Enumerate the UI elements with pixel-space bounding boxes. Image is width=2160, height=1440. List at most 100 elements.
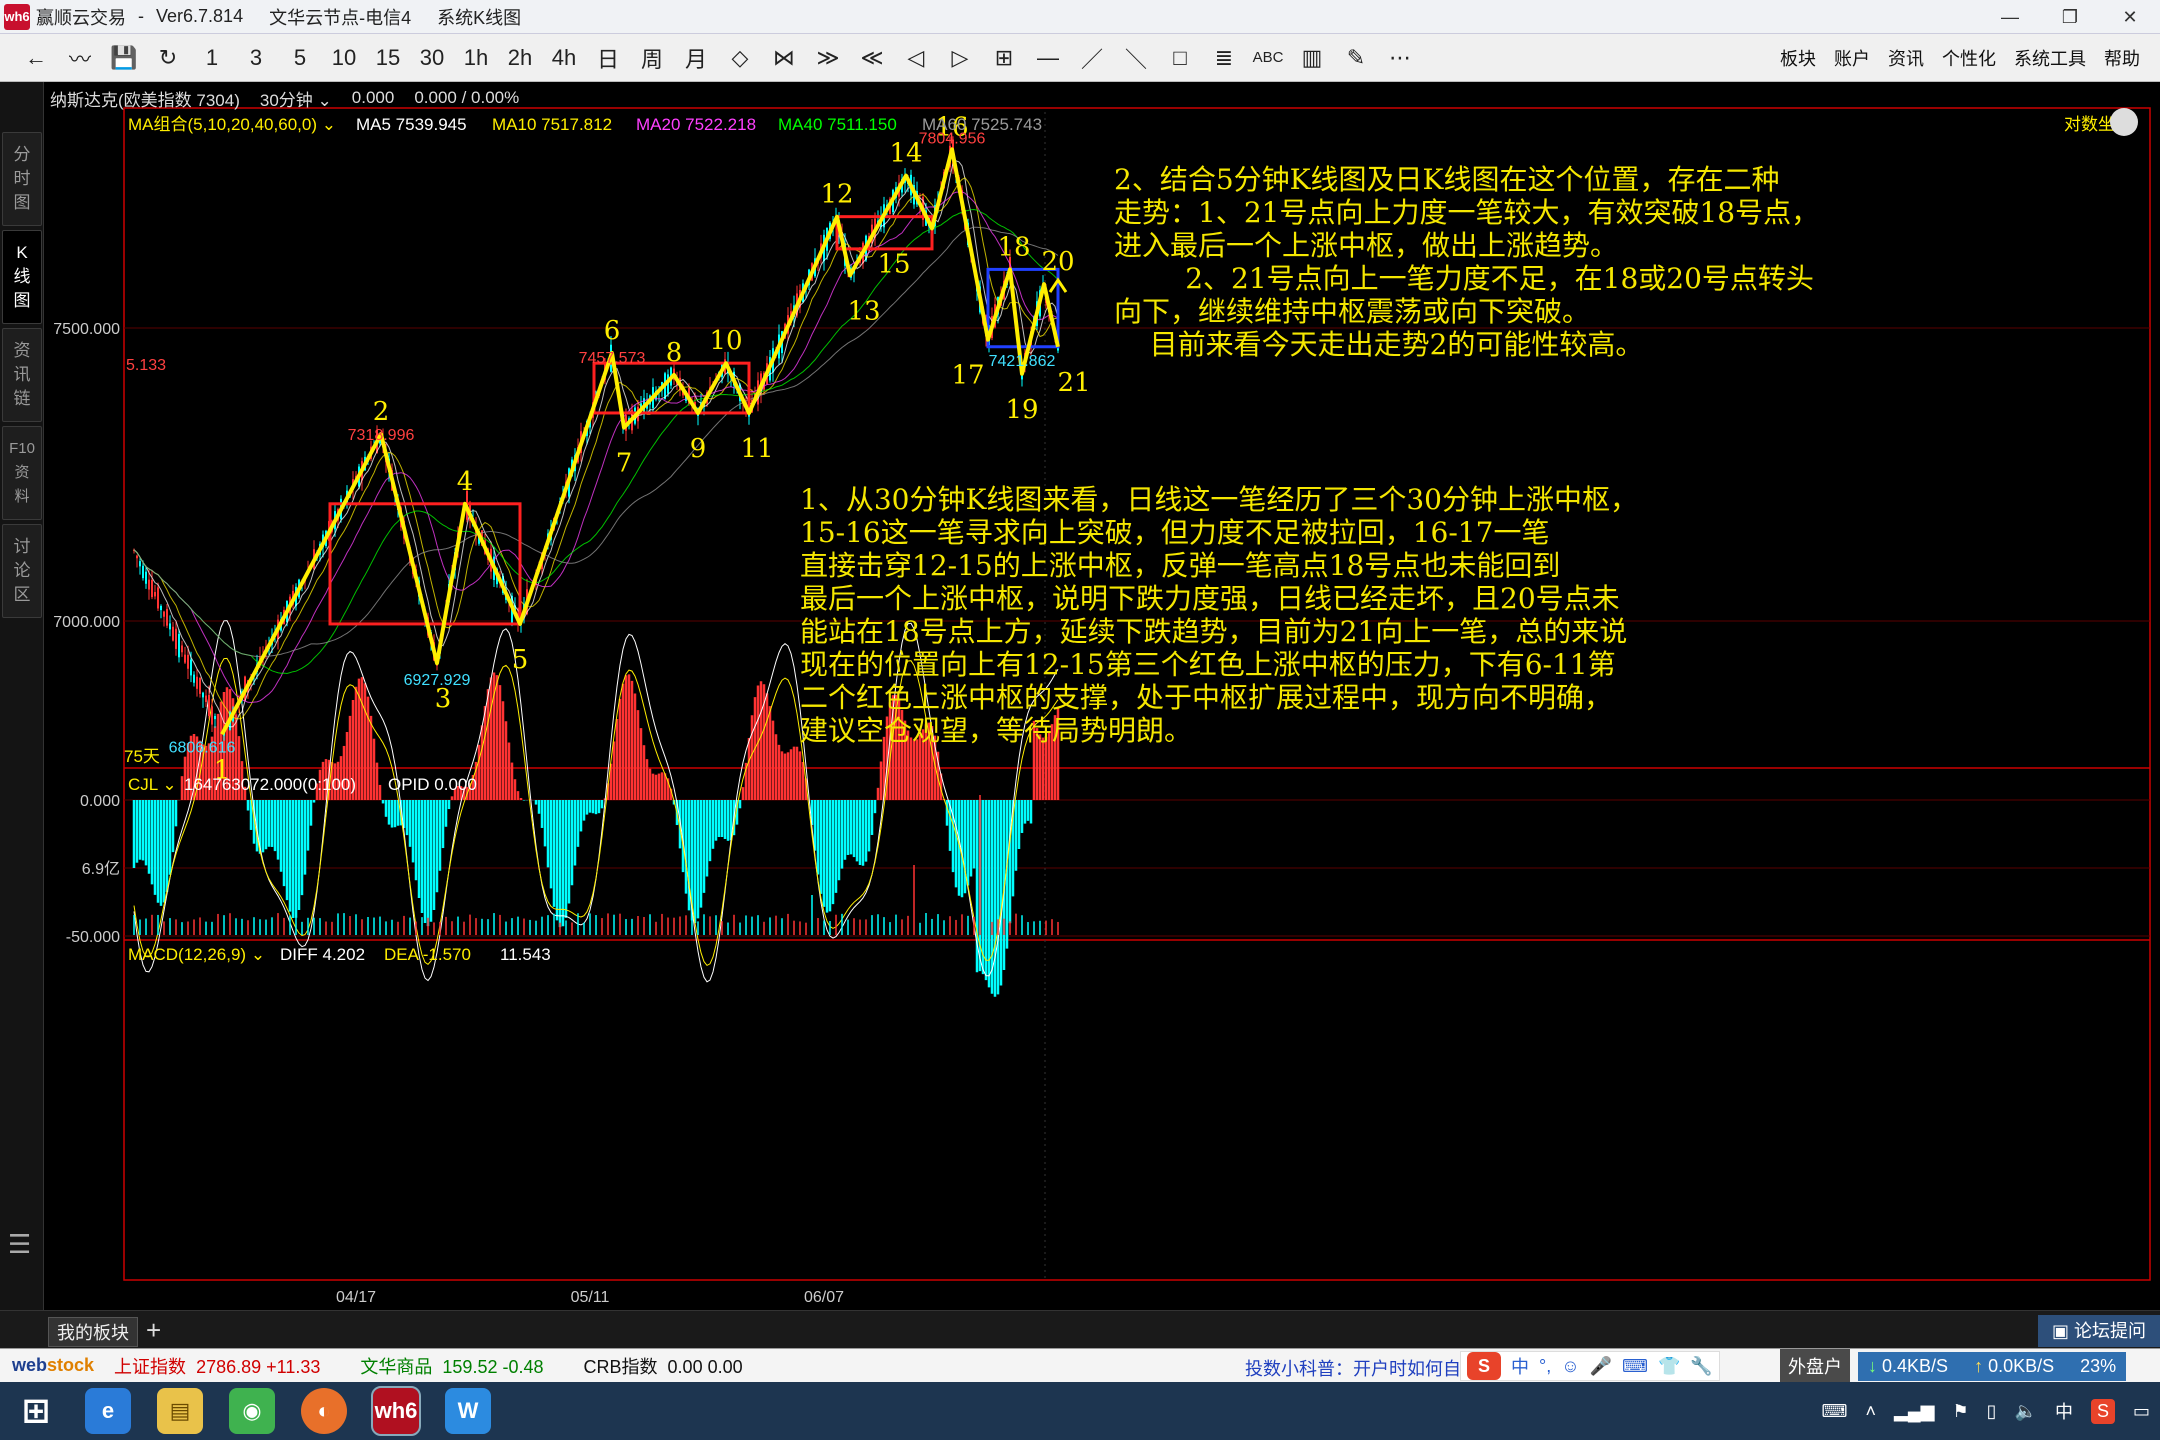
keyboard-icon[interactable]: ⌨ (1622, 1356, 1648, 1377)
toolbar-button-18[interactable]: ≫ (806, 38, 850, 78)
toolbar-button-26[interactable]: □ (1158, 38, 1202, 78)
period-select[interactable]: 30分钟 ⌄ (260, 86, 332, 111)
toolbar-button-13[interactable]: 日 (586, 38, 630, 78)
menu-personalize[interactable]: 个性化 (1942, 45, 1996, 71)
sogou-tray-icon[interactable]: S (2090, 1398, 2115, 1424)
pen-point-14: 14 (889, 139, 922, 169)
outer-account[interactable]: 外盘户 (1780, 1349, 1850, 1383)
menu-news[interactable]: 资讯 (1888, 45, 1924, 71)
nav-news-chain[interactable]: 资 讯 链 (2, 328, 42, 422)
emoji-icon[interactable]: ☺ (1561, 1356, 1579, 1377)
maximize-button[interactable]: ❐ (2040, 0, 2100, 34)
toolbar-button-6[interactable]: 5 (278, 38, 322, 78)
toolbar-button-11[interactable]: 2h (498, 38, 542, 78)
nav-f10[interactable]: F10 资 料 (2, 426, 42, 520)
toolbar-button-19[interactable]: ≪ (850, 38, 894, 78)
toolbar-button-24[interactable]: ／ (1070, 38, 1114, 78)
wrench-icon[interactable]: 🔧 (1690, 1356, 1712, 1377)
nav-discussion[interactable]: 讨 论 区 (2, 524, 42, 618)
ma40-label: MA40 7511.150 (778, 115, 897, 134)
toolbar-button-29[interactable]: ▥ (1290, 38, 1334, 78)
ie-icon[interactable]: e (72, 1382, 144, 1440)
expand-tray-icon[interactable]: ˄ (1866, 1401, 1877, 1422)
toolbar-button-30[interactable]: ✎ (1334, 38, 1378, 78)
toolbar-button-14[interactable]: 周 (630, 38, 674, 78)
ime-lang[interactable]: 中 (1511, 1353, 1529, 1379)
explorer-icon[interactable]: ▤ (144, 1382, 216, 1440)
toolbar-button-0[interactable]: ← (14, 38, 58, 78)
signal-icon[interactable]: ▂▄▆ (1894, 1401, 1934, 1422)
nav-kline[interactable]: K 线 图 (2, 230, 42, 324)
pen-point-18: 18 (997, 232, 1030, 262)
pen-point-10: 10 (709, 326, 742, 356)
ma60-label: MA60 7525.743 (922, 115, 1042, 134)
menu-sectors[interactable]: 板块 (1780, 45, 1816, 71)
toolbar-button-21[interactable]: ▷ (938, 38, 982, 78)
toolbar-button-1[interactable]: 〰 (58, 38, 102, 78)
toolbar-button-7[interactable]: 10 (322, 38, 366, 78)
candle-body (169, 623, 171, 630)
toolbar-button-27[interactable]: ≣ (1202, 38, 1246, 78)
menu-system-tools[interactable]: 系统工具 (2014, 45, 2086, 71)
tray-lang[interactable]: 中 (2055, 1398, 2073, 1424)
toolbar-button-4[interactable]: 1 (190, 38, 234, 78)
browser-icon[interactable]: ◐ (288, 1382, 360, 1440)
toolbar-button-20[interactable]: ◁ (894, 38, 938, 78)
nav-timeshare[interactable]: 分 时 图 (2, 132, 42, 226)
close-button[interactable]: ✕ (2100, 0, 2160, 34)
menu-help[interactable]: 帮助 (2104, 45, 2140, 71)
toolbar-button-31[interactable]: ⋯ (1378, 38, 1422, 78)
toolbar-button-16[interactable]: ◇ (718, 38, 762, 78)
sh-index[interactable]: 上证指数 2786.89 +11.33 (114, 1353, 320, 1379)
toolbar-button-15[interactable]: 月 (674, 38, 718, 78)
toolbar-button-9[interactable]: 30 (410, 38, 454, 78)
left-price-label: 5.133 (126, 357, 166, 374)
sogou-icon[interactable]: S (1467, 1352, 1501, 1380)
pen-point-13: 13 (847, 296, 880, 326)
volume-icon[interactable]: 🔈 (2015, 1401, 2037, 1422)
flag-icon[interactable]: ⚑ (1953, 1401, 1969, 1422)
w-app-icon[interactable]: W (432, 1382, 504, 1440)
wh-commodity-index[interactable]: 文华商品 159.52 -0.48 (360, 1353, 543, 1379)
toolbar-button-10[interactable]: 1h (454, 38, 498, 78)
app-name: 赢顺云交易 (36, 7, 126, 28)
symbol-info-bar: 纳斯达克(欧美指数 7304) 30分钟 ⌄ 0.000 0.000 / 0.0… (50, 86, 519, 110)
menu-account[interactable]: 账户 (1834, 45, 1870, 71)
hamburger-icon[interactable]: ☰ (8, 1229, 31, 1260)
toolbar-button-23[interactable]: — (1026, 38, 1070, 78)
toolbar-button-28[interactable]: ABC (1246, 38, 1290, 78)
main-menu: 板块 账户 资讯 个性化 系统工具 帮助 (1762, 34, 2140, 82)
wh6-app-icon[interactable]: wh6 (360, 1382, 432, 1440)
candle-body (199, 677, 201, 694)
toolbar-button-3[interactable]: ↻ (146, 38, 190, 78)
toolbar-button-17[interactable]: ⋈ (762, 38, 806, 78)
toolbar-button-2[interactable]: 💾 (102, 38, 146, 78)
battery-icon[interactable]: ▯ (1987, 1401, 1997, 1422)
ma20-label: MA20 7522.218 (636, 115, 756, 134)
annotation-scenario: 2、结合5分钟K线图及日K线图在这个位置，存在二种 走势：1、21号点向上力度一… (1114, 163, 1820, 361)
keyboard-tray-icon[interactable]: ⌨ (1822, 1401, 1848, 1422)
wechat-icon[interactable]: ◉ (216, 1382, 288, 1440)
toolbar-button-8[interactable]: 15 (366, 38, 410, 78)
network-status: 外盘户 ↓ 0.4KB/S ↑ 0.0KB/S 23% (1780, 1349, 2127, 1383)
ime-toolbar[interactable]: S 中 °, ☺ 🎤 ⌨ 👕 🔧 (1460, 1351, 1720, 1381)
notification-icon[interactable]: ▭ (2133, 1401, 2150, 1422)
add-tab-button[interactable]: + (146, 1315, 161, 1346)
toolbar-button-12[interactable]: 4h (542, 38, 586, 78)
symbol-name[interactable]: 纳斯达克(欧美指数 7304) (50, 86, 240, 111)
skin-icon[interactable]: 👕 (1658, 1356, 1680, 1377)
toolbar-button-22[interactable]: ⊞ (982, 38, 1026, 78)
news-ticker[interactable]: 投数小科普：开户时如何自 (1245, 1355, 1461, 1381)
ma5-label: MA5 7539.945 (356, 115, 467, 134)
toolbar-button-5[interactable]: 3 (234, 38, 278, 78)
crb-index[interactable]: CRB指数 0.00 0.00 (584, 1353, 743, 1379)
minimize-button[interactable]: — (1980, 0, 2040, 34)
left-nav: 分 时 图 K 线 图 资 讯 链 F10 资 料 讨 论 区 ☰ (0, 82, 44, 1310)
mic-icon[interactable]: 🎤 (1590, 1356, 1612, 1377)
tab-my-board[interactable]: 我的板块 (48, 1317, 138, 1347)
punct-icon[interactable]: °, (1539, 1356, 1551, 1377)
toolbar-button-25[interactable]: ＼ (1114, 38, 1158, 78)
candle-body (163, 611, 165, 617)
windows-start-icon[interactable]: ⊞ (0, 1382, 72, 1440)
forum-question-button[interactable]: ▣ 论坛提问 (2037, 1315, 2160, 1347)
